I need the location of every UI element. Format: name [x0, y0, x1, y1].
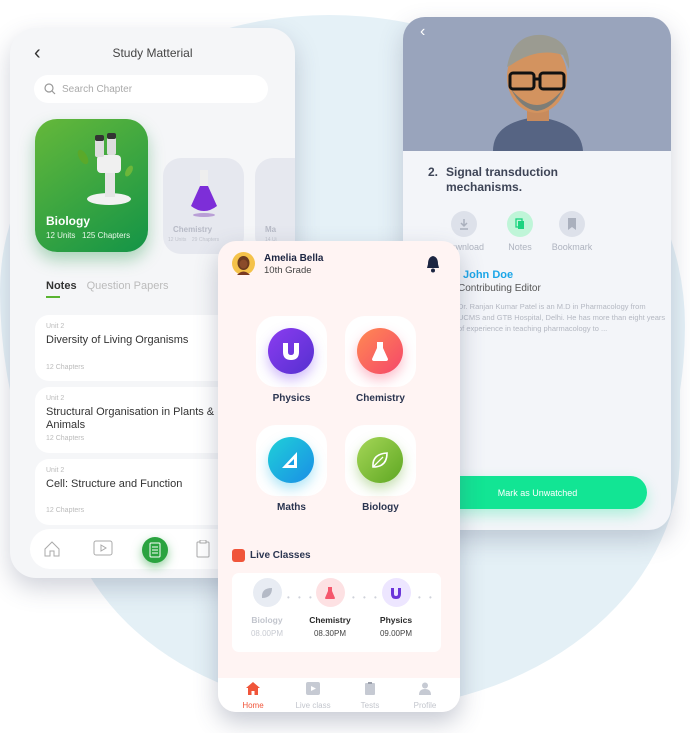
magnet-icon	[283, 343, 299, 360]
avatar[interactable]	[232, 252, 255, 275]
notes-button[interactable]: Notes	[490, 211, 550, 252]
nav-home[interactable]: Home	[228, 682, 278, 710]
flask-icon	[372, 342, 388, 361]
microscope-icon	[77, 133, 133, 205]
subject-label: Physics	[272, 393, 311, 404]
nav-label: Profile	[413, 701, 437, 710]
bookmark-button[interactable]: Bookmark	[542, 211, 602, 252]
chapter-count: 12 Chapters	[46, 364, 85, 371]
back-button[interactable]: ‹	[420, 23, 425, 41]
home-icon[interactable]	[43, 540, 61, 558]
home-icon	[246, 682, 260, 695]
author-name[interactable]: John Doe	[463, 269, 513, 281]
unit-label: Unit 2	[46, 395, 65, 402]
subject-card-chemistry[interactable]: Chemistry 12 Units 29 Chapters	[163, 158, 244, 254]
bell-icon[interactable]	[425, 255, 441, 273]
unit-label: Unit 2	[46, 323, 65, 330]
flask-icon	[325, 586, 335, 599]
clipboard-icon[interactable]	[196, 540, 210, 558]
search-input[interactable]: Search Chapter	[34, 75, 268, 103]
nav-label: Live class	[295, 701, 331, 710]
set-square-icon	[282, 452, 297, 468]
unit-label: Unit 2	[46, 467, 65, 474]
mark-unwatched-button[interactable]: Mark as Unwatched	[428, 476, 647, 509]
action-label: Notes	[508, 242, 532, 252]
subject-physics[interactable]	[256, 316, 327, 387]
subject-maths[interactable]	[256, 425, 327, 496]
subject-biology[interactable]	[345, 425, 416, 496]
user-name: Amelia Bella	[264, 253, 324, 264]
unit-name: Structural Organisation in Plants & Anim…	[46, 406, 215, 431]
subject-name: Ma	[265, 225, 277, 234]
bookmark-icon	[568, 218, 576, 230]
nav-tests[interactable]: Tests	[345, 682, 395, 710]
page-title: Study Matterial	[112, 46, 193, 60]
live-classes-timeline: Biology 08.00PM • • • • Chemistry 08.30P…	[232, 573, 441, 652]
lecture-title: 2. Signal transduction mechanisms.	[428, 165, 596, 195]
user-avatar-icon	[237, 256, 250, 275]
home-screen: Amelia Bella 10th Grade Physics Chemistr…	[218, 241, 460, 712]
leaf-icon	[372, 452, 388, 468]
video-icon[interactable]	[93, 540, 113, 556]
notes-icon	[149, 542, 161, 558]
flask-icon	[191, 170, 217, 217]
user-grade: 10th Grade	[264, 265, 312, 276]
live-class-item[interactable]: Biology 08.00PM	[237, 578, 297, 638]
chapter-count: 12 Chapters	[46, 435, 85, 442]
nav-profile[interactable]: Profile	[400, 682, 450, 710]
unit-name: Diversity of Living Organisms	[46, 334, 189, 346]
lecture-number: 2.	[428, 165, 439, 179]
unit-name: Cell: Structure and Function	[46, 478, 183, 490]
instructor-image	[403, 17, 671, 151]
notes-button[interactable]	[142, 537, 168, 563]
subject-name: Biology	[46, 214, 90, 228]
search-placeholder: Search Chapter	[62, 83, 133, 95]
leaf-icon	[261, 587, 272, 598]
clipboard-icon	[365, 682, 375, 695]
tabs: Notes Question Papers	[46, 280, 169, 298]
nav-live-class[interactable]: Live class	[288, 682, 338, 710]
notes-icon	[515, 218, 524, 229]
live-classes-header: Live Classes	[232, 549, 311, 562]
subject-label: Biology	[362, 502, 399, 513]
class-subject: Physics	[379, 615, 413, 625]
magnet-icon	[391, 587, 401, 599]
video-icon	[306, 682, 320, 695]
author-bio: Dr. Ranjan Kumar Patel is an M.D in Phar…	[458, 302, 666, 333]
live-class-item[interactable]: Physics 09.00PM	[366, 578, 426, 638]
subject-name: Chemistry	[173, 225, 213, 234]
timeline-dots: • •	[418, 593, 435, 602]
nav-label: Home	[242, 701, 264, 710]
chapter-count: 12 Chapters	[46, 507, 85, 514]
tab-question-papers[interactable]: Question Papers	[87, 280, 169, 292]
section-title: Live Classes	[250, 550, 311, 561]
class-time: 09.00PM	[379, 629, 413, 638]
class-time: 08.00PM	[250, 629, 284, 638]
live-class-icon	[232, 549, 245, 562]
instructor-avatar-icon	[493, 34, 583, 151]
nav-label: Tests	[360, 701, 380, 710]
live-class-item[interactable]: Chemistry 08.30PM	[300, 578, 360, 638]
download-icon	[460, 219, 468, 230]
bottom-nav: Home Live class Tests Profile	[218, 678, 460, 712]
subject-card-maths[interactable]: Ma 14 Ui	[255, 158, 295, 254]
subject-chemistry[interactable]	[345, 316, 416, 387]
subject-meta: 12 Units 29 Chapters	[168, 237, 220, 243]
action-label: Bookmark	[551, 242, 593, 252]
subject-card-biology[interactable]: Biology 12 Units 125 Chapters	[35, 119, 148, 252]
class-subject: Biology	[251, 615, 283, 625]
subject-meta: 12 Units 125 Chapters	[46, 231, 131, 240]
subject-label: Maths	[277, 502, 306, 513]
class-subject: Chemistry	[309, 615, 351, 625]
search-icon	[44, 83, 56, 95]
class-time: 08.30PM	[313, 629, 347, 638]
subject-label: Chemistry	[356, 393, 405, 404]
profile-icon	[419, 682, 431, 695]
author-role: Contributing Editor	[458, 283, 541, 294]
lecture-title-text: Signal transduction mechanisms.	[446, 165, 559, 194]
tab-notes[interactable]: Notes	[46, 280, 77, 298]
